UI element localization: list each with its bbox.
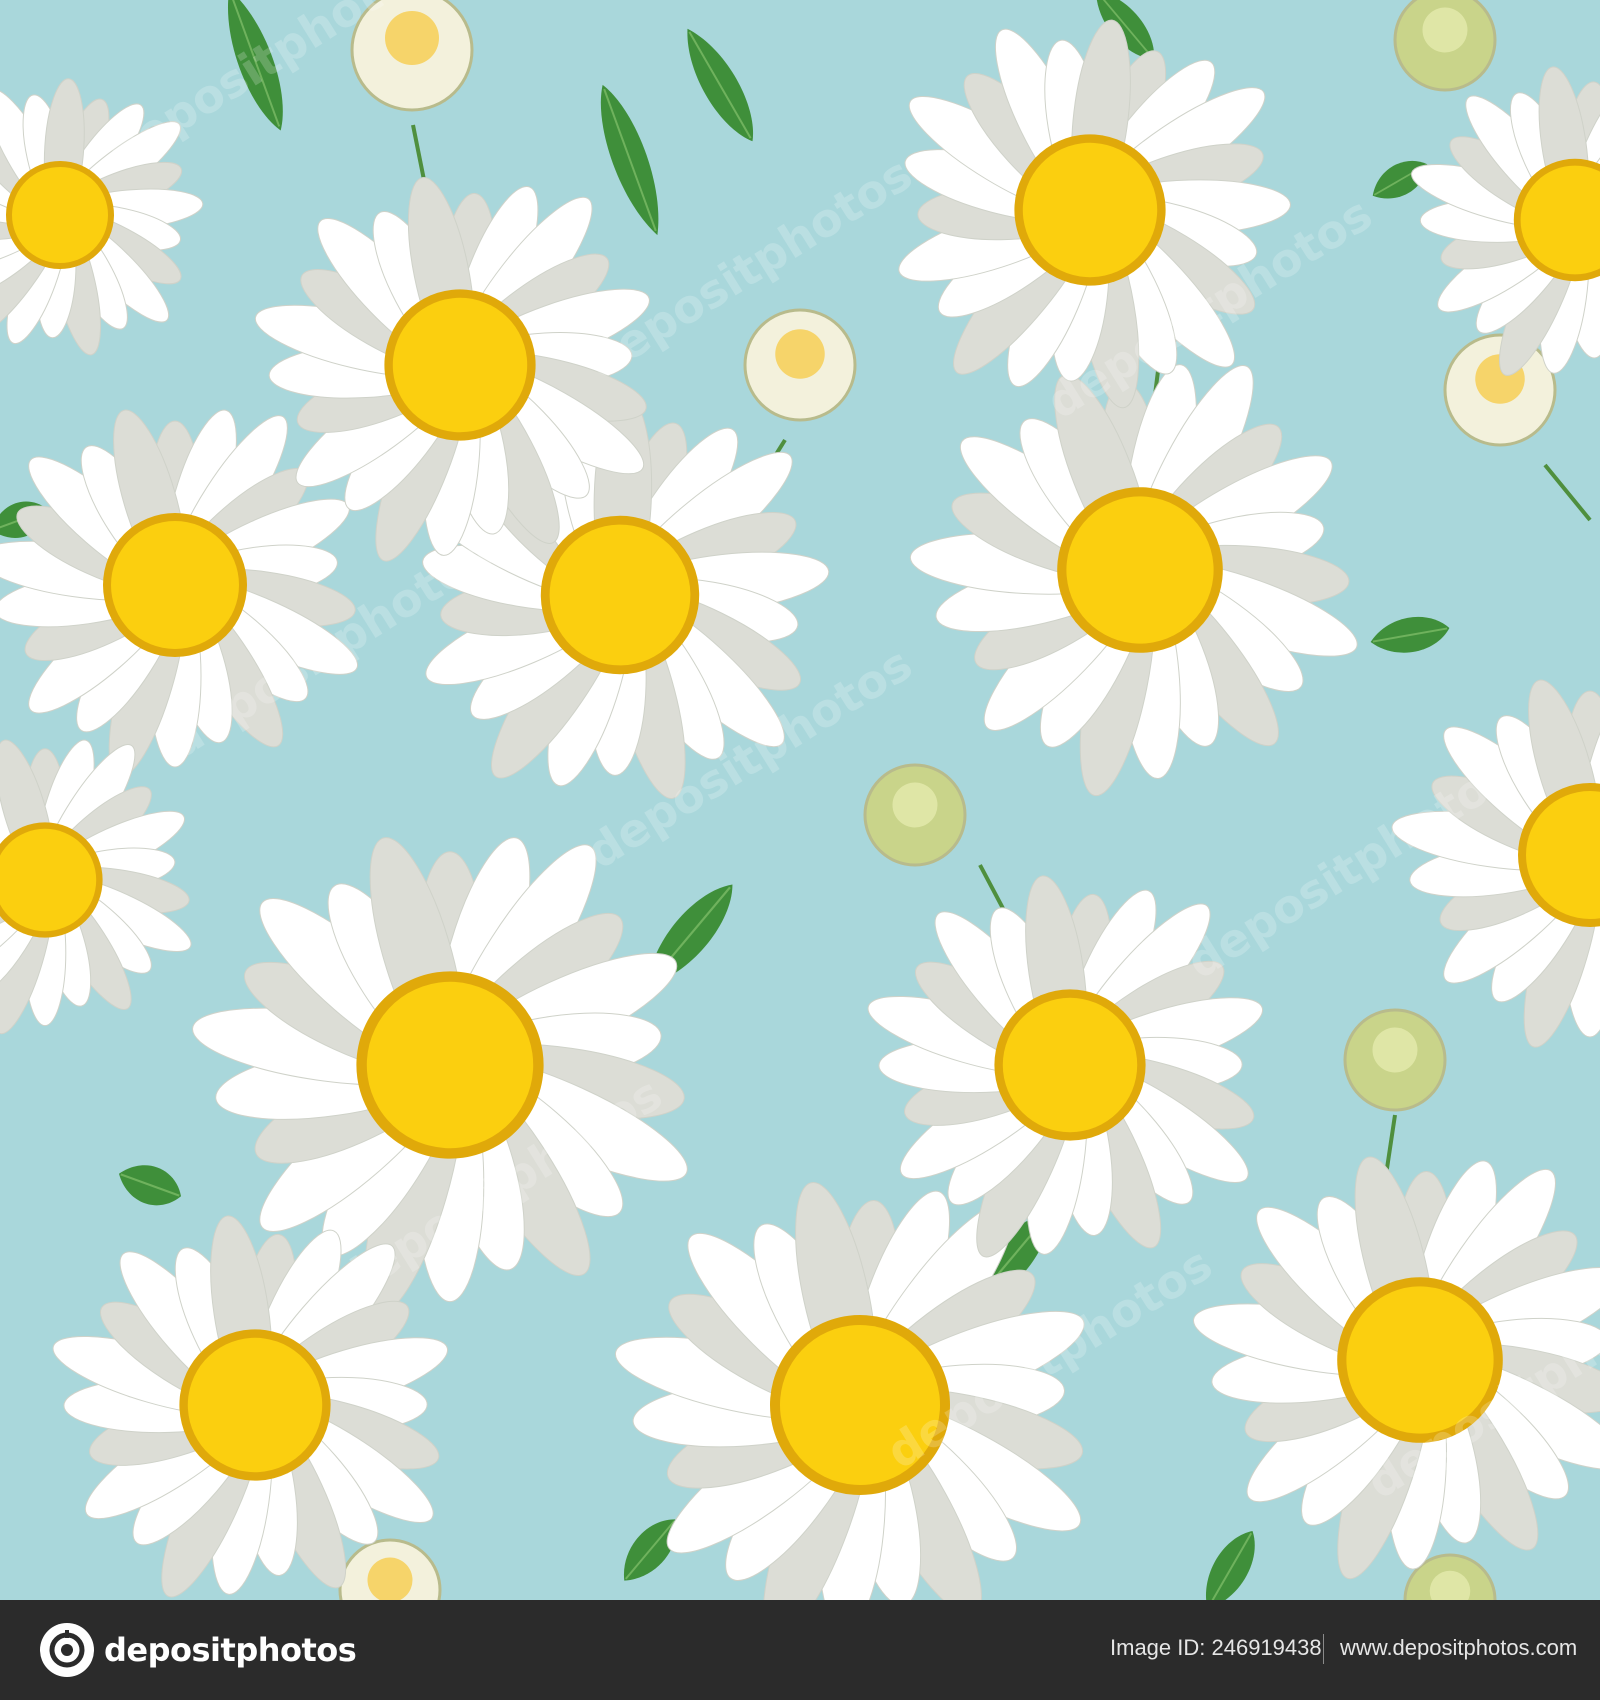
site-url[interactable]: www.depositphotos.com xyxy=(1340,1635,1577,1661)
camera-aperture-icon xyxy=(40,1623,94,1677)
flower-bud xyxy=(1343,1008,1447,1112)
daisy-pattern: depositphotosdepositphotos depositphotosd… xyxy=(0,0,1600,1600)
image-id: Image ID: 246919438 xyxy=(1110,1635,1322,1660)
flower-bud xyxy=(863,763,967,867)
logo-text: depositphotos xyxy=(104,1631,357,1669)
flower-bud xyxy=(1393,0,1497,92)
stock-image: depositphotos depositphotos depositphotos d… xyxy=(0,0,1600,1700)
depositphotos-logo[interactable]: depositphotos xyxy=(40,1622,357,1678)
footer-bar: depositphotos Image ID: 246919438 www.de… xyxy=(0,1600,1600,1700)
flower-bud xyxy=(743,308,857,422)
footer-divider xyxy=(1323,1634,1324,1664)
